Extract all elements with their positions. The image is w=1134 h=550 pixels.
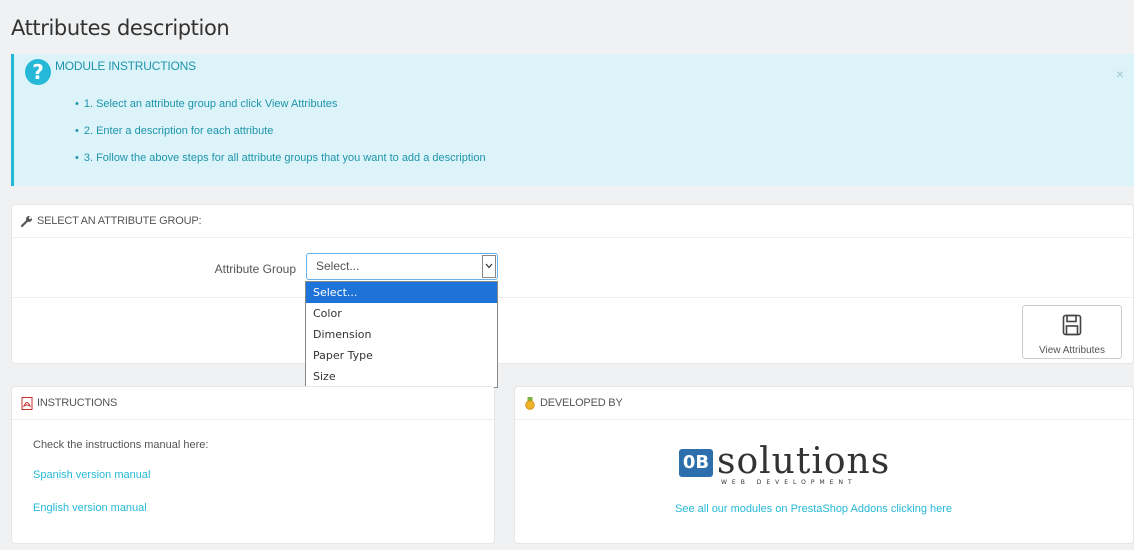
- alert-title: MODULE INSTRUCTIONS: [55, 59, 196, 73]
- spanish-manual-link[interactable]: Spanish version manual: [33, 469, 150, 481]
- english-manual-link[interactable]: English version manual: [33, 502, 147, 514]
- panel-heading-label: SELECT AN ATTRIBUTE GROUP:: [37, 215, 202, 227]
- panel-heading: INSTRUCTIONS: [12, 387, 494, 420]
- save-icon: [1023, 314, 1121, 341]
- panel-heading-label: DEVELOPED BY: [540, 397, 623, 409]
- view-attributes-label: View Attributes: [1039, 345, 1105, 356]
- developed-by-panel: DEVELOPED BY 0B solutions WEB DEVELOPMEN…: [514, 386, 1134, 544]
- dropdown-option[interactable]: Size: [306, 366, 497, 387]
- attribute-group-select[interactable]: Select...: [306, 253, 498, 280]
- instructions-panel: INSTRUCTIONS Check the instructions manu…: [11, 386, 495, 544]
- logo-badge: 0B: [679, 449, 713, 477]
- module-instructions-alert: ? MODULE INSTRUCTIONS × 1. Select an att…: [11, 54, 1134, 186]
- close-icon[interactable]: ×: [1116, 66, 1124, 82]
- dropdown-option[interactable]: Select...: [306, 282, 497, 303]
- question-circle-icon: ?: [25, 59, 51, 85]
- select-attribute-group-panel: SELECT AN ATTRIBUTE GROUP: Attribute Gro…: [11, 204, 1134, 364]
- wrench-icon: [21, 215, 33, 227]
- attribute-group-dropdown[interactable]: Select... Color Dimension Paper Type Siz…: [305, 281, 498, 388]
- attribute-group-label: Attribute Group: [214, 262, 296, 276]
- page-title: Attributes description: [11, 16, 230, 40]
- list-item: 3. Follow the above steps for all attrib…: [75, 152, 486, 179]
- dropdown-option[interactable]: Color: [306, 303, 497, 324]
- chevron-down-icon[interactable]: [482, 255, 496, 278]
- list-item: 2. Enter a description for each attribut…: [75, 125, 486, 152]
- form-row: Attribute Group Select...: [12, 237, 1133, 298]
- dropdown-option[interactable]: Paper Type: [306, 345, 497, 366]
- panel-heading: DEVELOPED BY: [515, 387, 1133, 420]
- select-value: Select...: [316, 259, 360, 273]
- instruction-list: 1. Select an attribute group and click V…: [75, 98, 486, 179]
- list-item: 1. Select an attribute group and click V…: [75, 98, 486, 125]
- panel-heading: SELECT AN ATTRIBUTE GROUP:: [12, 205, 1133, 238]
- ob-solutions-logo: 0B solutions WEB DEVELOPMENT: [679, 441, 891, 486]
- logo-word: solutions: [717, 441, 891, 482]
- view-attributes-button[interactable]: View Attributes: [1022, 305, 1122, 359]
- instructions-text: Check the instructions manual here:: [33, 439, 209, 451]
- panel-heading-label: INSTRUCTIONS: [37, 397, 118, 409]
- pdf-icon: [21, 396, 33, 410]
- prestashop-addons-link[interactable]: See all our modules on PrestaShop Addons…: [675, 503, 952, 515]
- dropdown-option[interactable]: Dimension: [306, 324, 497, 345]
- medal-icon: [524, 396, 536, 410]
